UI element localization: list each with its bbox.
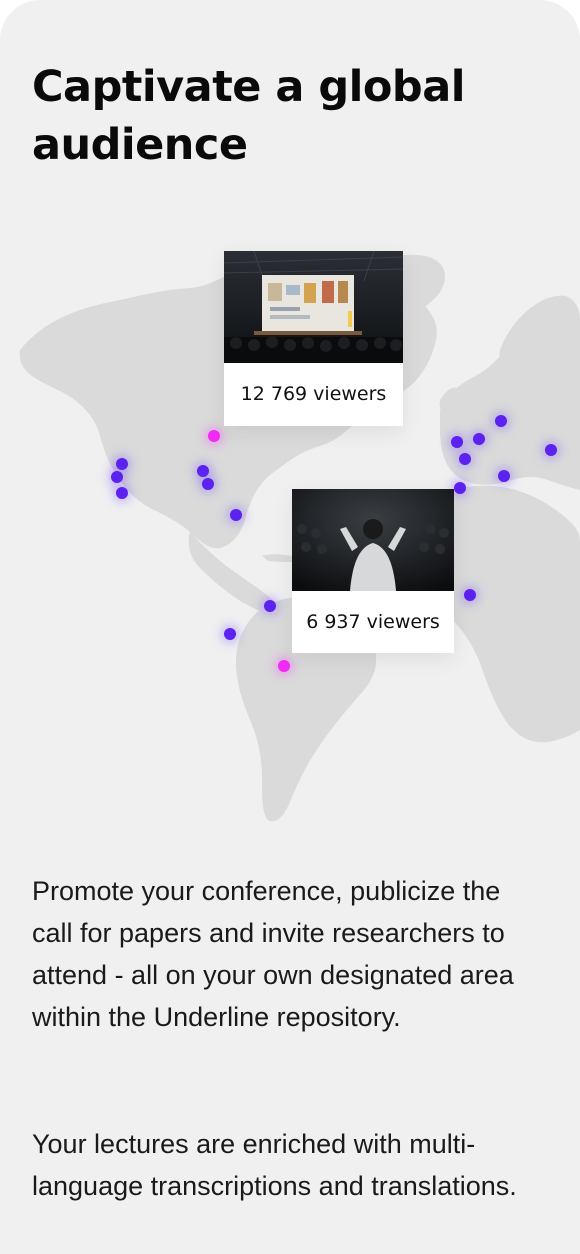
location-dot (208, 430, 220, 442)
location-dot (278, 660, 290, 672)
page-title: Captivate a global audience (32, 62, 465, 170)
location-dot (454, 482, 466, 494)
location-dot (116, 458, 128, 470)
location-dot (464, 589, 476, 601)
location-dot (498, 470, 510, 482)
location-dot (264, 600, 276, 612)
location-dot (116, 487, 128, 499)
viewer-card-2[interactable]: 6 937 viewers (292, 489, 454, 653)
viewer-count: 6 937 viewers (306, 611, 440, 633)
location-dot (545, 444, 557, 456)
africa-landmass (437, 485, 580, 743)
location-dot (111, 471, 123, 483)
feature-card: Captivate a global audience 12 769 viewe… (0, 0, 580, 1254)
speaker-stage-thumbnail (292, 489, 454, 591)
location-dot (459, 453, 471, 465)
location-dot (473, 433, 485, 445)
conference-hall-thumbnail (224, 251, 403, 363)
location-dot (495, 415, 507, 427)
location-dot (451, 436, 463, 448)
viewer-count: 12 769 viewers (240, 383, 387, 405)
location-dot (230, 509, 242, 521)
viewer-card-1[interactable]: 12 769 viewers (224, 251, 403, 426)
location-dot (224, 628, 236, 640)
location-dot (197, 465, 209, 477)
location-dot (202, 478, 214, 490)
description-paragraph-2: Your lectures are enriched with multi-la… (32, 1129, 517, 1201)
description-paragraph-1: Promote your conference, publicize the c… (32, 876, 514, 1032)
